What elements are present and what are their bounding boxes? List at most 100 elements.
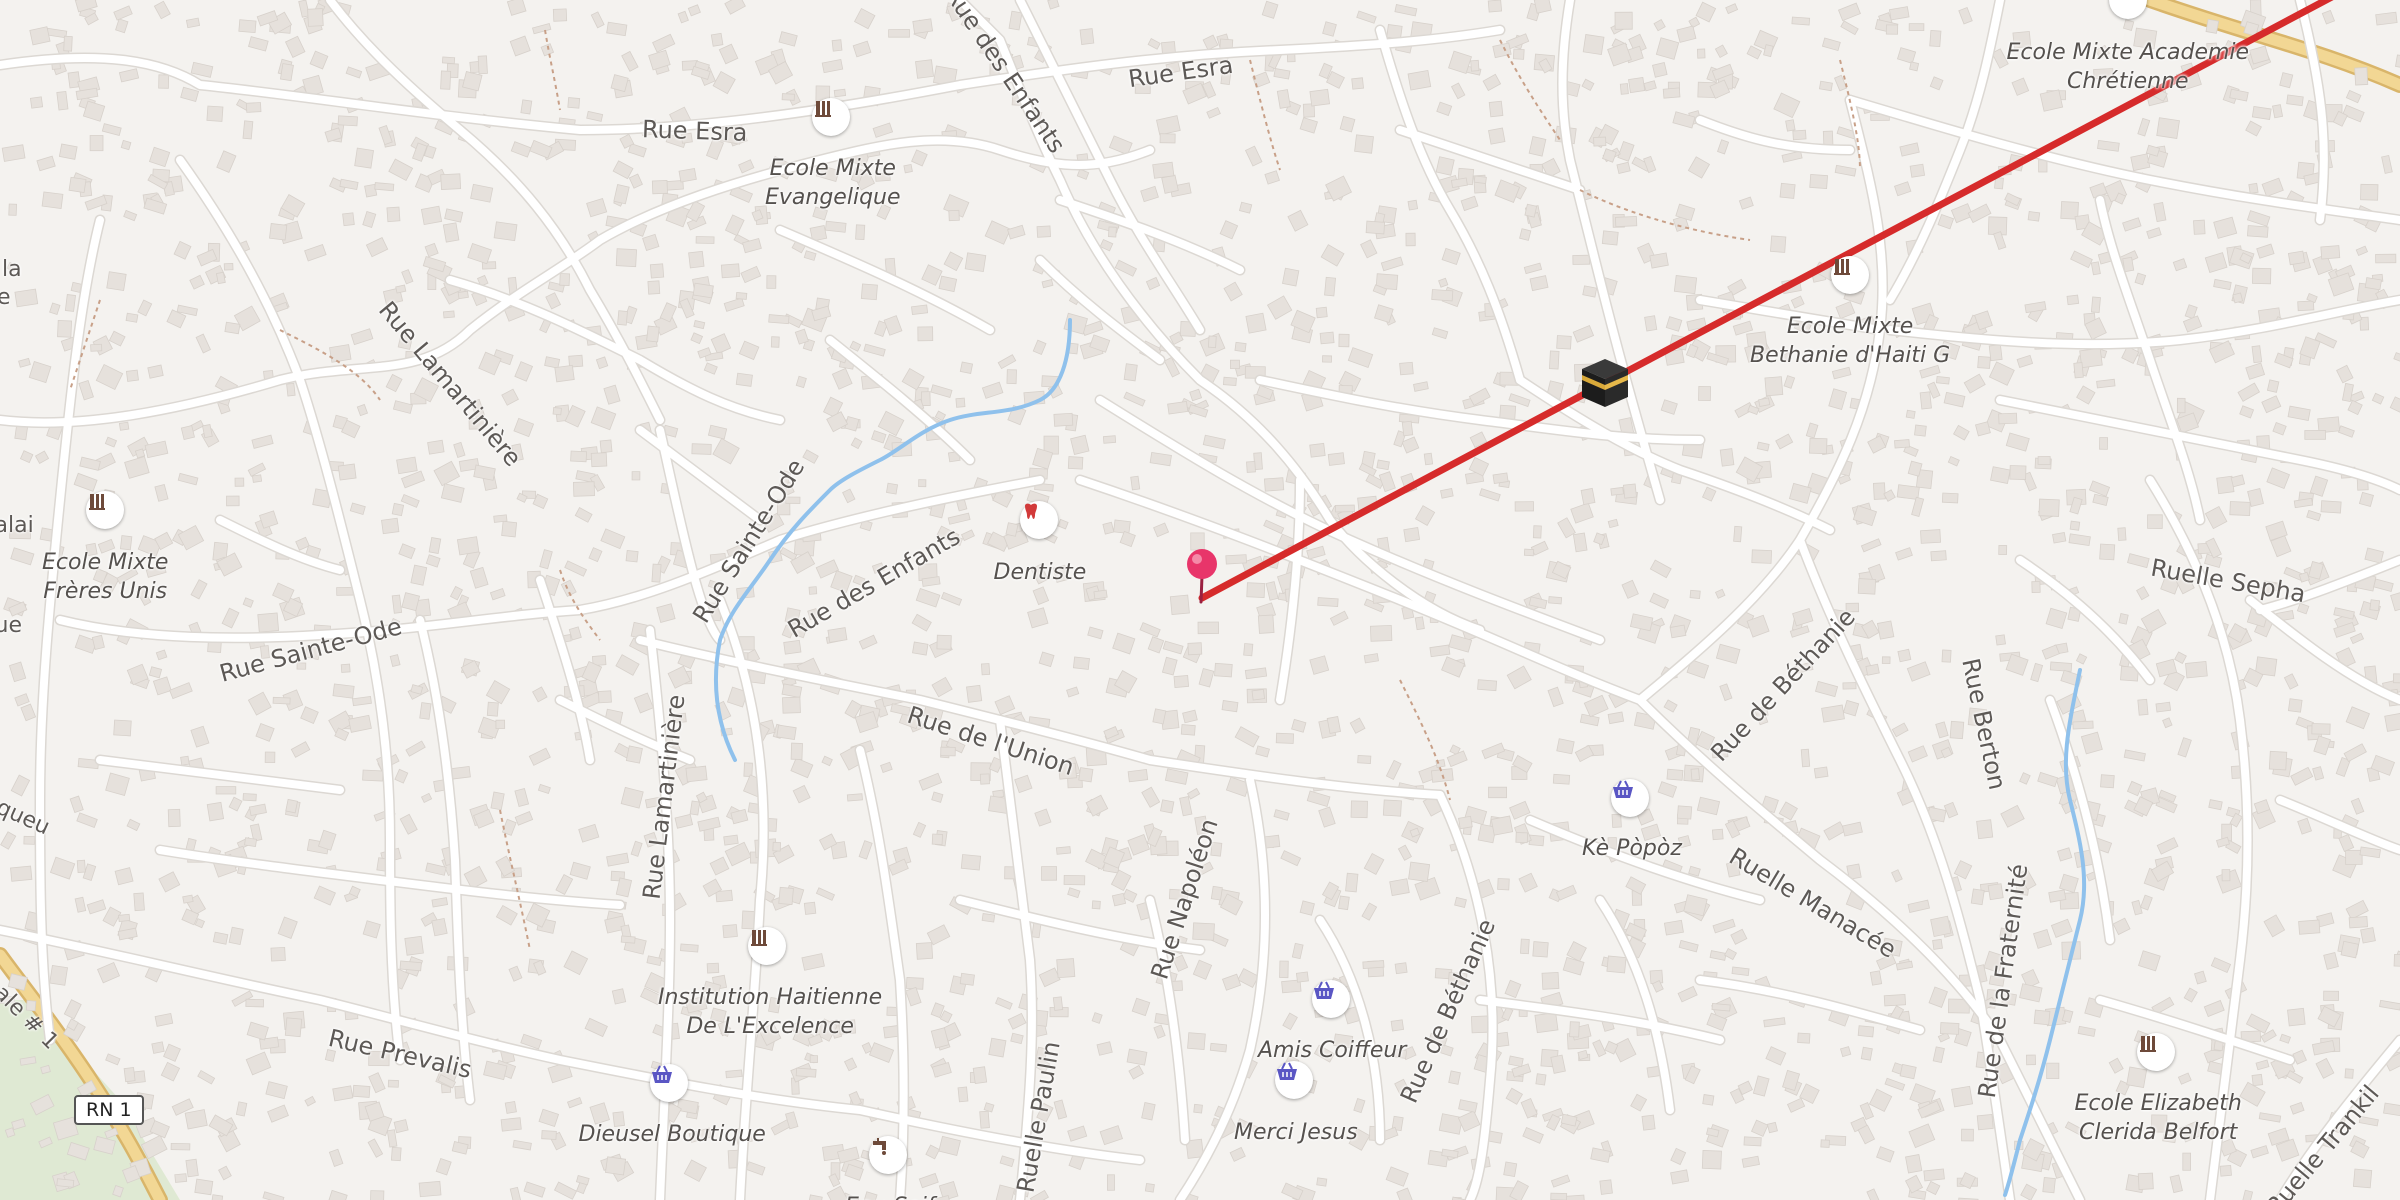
building	[1550, 1174, 1571, 1188]
building	[792, 784, 811, 804]
building	[2336, 364, 2354, 384]
building	[1005, 522, 1019, 537]
building	[1601, 230, 1619, 246]
building	[1970, 888, 1985, 906]
building	[1263, 477, 1285, 492]
water-tap-icon[interactable]	[869, 1136, 907, 1174]
building	[1895, 960, 1914, 971]
building	[1112, 632, 1136, 655]
building	[396, 456, 418, 475]
poi-label-ecole-mixte-academie[interactable]: Ecole Mixte Academie Chrétienne	[2007, 38, 2250, 96]
building	[2038, 159, 2048, 173]
poi-label-dentiste[interactable]: Dentiste	[994, 558, 1087, 587]
building	[2354, 67, 2369, 86]
building	[1547, 686, 1564, 708]
building	[994, 695, 1016, 716]
poi-label-merci-jesus[interactable]: Merci Jesus	[1234, 1118, 1358, 1147]
building	[1246, 582, 1266, 598]
school-icon[interactable]	[2137, 1033, 2175, 1071]
building	[2126, 1066, 2148, 1089]
building	[959, 361, 974, 374]
building	[1063, 874, 1086, 886]
building	[1606, 955, 1627, 974]
shopping-basket-icon[interactable]	[1312, 980, 1350, 1018]
building	[123, 209, 138, 222]
building	[180, 86, 200, 103]
building	[1470, 1015, 1489, 1034]
building	[1221, 973, 1242, 991]
building	[722, 924, 738, 939]
building	[2286, 1070, 2304, 1084]
building	[189, 274, 205, 290]
building	[106, 271, 127, 292]
building	[1695, 1, 1717, 23]
road	[636, 426, 764, 524]
building	[2140, 894, 2153, 911]
building	[2323, 951, 2339, 970]
building	[918, 479, 927, 488]
building	[880, 761, 893, 773]
building	[1907, 745, 1928, 763]
building	[177, 524, 205, 551]
poi-label-ecole-mixte-freres-unis[interactable]: Ecole Mixte Frères Unis	[42, 548, 168, 606]
shopping-basket-icon[interactable]	[1275, 1061, 1313, 1099]
building	[2261, 177, 2284, 198]
building	[541, 1130, 557, 1140]
building	[1556, 335, 1572, 350]
building	[118, 421, 130, 431]
building	[508, 965, 523, 982]
school-icon[interactable]	[1831, 256, 1869, 294]
building	[123, 1067, 136, 1083]
building	[120, 139, 132, 151]
map-canvas[interactable]: Rue Esra Rue Esra Rue des Enfants Rue des E…	[0, 0, 2400, 1200]
building	[223, 263, 234, 271]
building	[1036, 225, 1051, 238]
poi-label-eau-soif[interactable]: Eau Soif	[845, 1192, 935, 1200]
building	[510, 141, 532, 158]
poi-label-ecole-elizabeth[interactable]: Ecole Elizabeth Clerida Belfort	[2075, 1089, 2242, 1147]
building	[68, 176, 87, 193]
building	[393, 1119, 409, 1134]
building	[1322, 355, 1333, 363]
building	[337, 463, 357, 481]
building	[1815, 680, 1839, 698]
building	[1457, 1110, 1481, 1133]
building	[2204, 505, 2228, 530]
tooth-icon[interactable]	[1020, 501, 1058, 539]
building	[723, 834, 739, 846]
building	[903, 163, 913, 174]
building	[1470, 59, 1480, 72]
building	[1429, 644, 1451, 658]
building	[2137, 698, 2149, 716]
building	[809, 1055, 818, 1063]
building	[2019, 983, 2043, 1003]
poi-label-institution-haitienne[interactable]: Institution Haitienne De L'Excelence	[658, 983, 882, 1041]
building	[158, 74, 170, 89]
school-icon[interactable]	[748, 927, 786, 965]
shopping-basket-icon[interactable]	[650, 1064, 688, 1102]
building	[1976, 819, 1994, 840]
building	[56, 1178, 75, 1188]
building	[803, 250, 817, 261]
building	[1909, 163, 1926, 178]
building	[781, 93, 795, 101]
building	[158, 871, 181, 893]
building	[1572, 254, 1590, 265]
building	[642, 233, 660, 251]
poi-label-ecole-mixte-bethanie[interactable]: Ecole Mixte Bethanie d'Haiti G	[1750, 312, 1950, 370]
building	[1473, 175, 1487, 185]
building	[1904, 1174, 1924, 1194]
shopping-basket-icon[interactable]	[1611, 779, 1649, 817]
building	[980, 663, 991, 676]
building	[226, 495, 240, 507]
building	[849, 340, 862, 352]
school-icon[interactable]	[86, 491, 124, 529]
poi-label-dieusel-boutique[interactable]: Dieusel Boutique	[579, 1120, 766, 1149]
poi-label-ecole-mixte-evangelique[interactable]: Ecole Mixte Evangelique	[765, 154, 901, 212]
school-icon[interactable]	[812, 98, 850, 136]
building	[49, 856, 76, 880]
building	[2279, 72, 2294, 89]
building	[1389, 878, 1410, 897]
building	[625, 745, 643, 764]
poi-label-ke-popoz[interactable]: Kè Pòpòz	[1582, 834, 1682, 863]
